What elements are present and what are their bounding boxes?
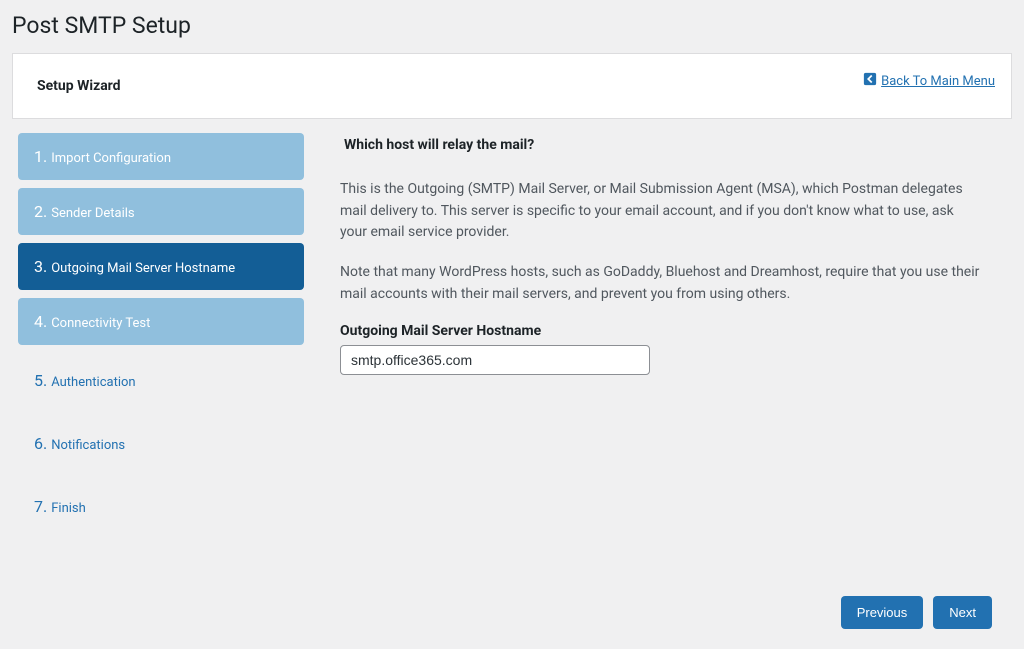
step-description-1: This is the Outgoing (SMTP) Mail Server,…: [340, 179, 982, 244]
step-label: Finish: [51, 501, 86, 516]
page-title: Post SMTP Setup: [12, 0, 1012, 53]
wizard-footer: Previous Next: [841, 596, 992, 629]
step-number: 5.: [34, 371, 47, 390]
step-number: 7.: [34, 497, 47, 516]
step-notifications[interactable]: 6. Notifications: [18, 416, 304, 471]
back-link-label: Back To Main Menu: [881, 74, 995, 89]
step-label: Outgoing Mail Server Hostname: [51, 261, 235, 276]
wizard-body: 1. Import Configuration 2. Sender Detail…: [12, 133, 1012, 542]
step-number: 2.: [34, 202, 47, 221]
step-number: 6.: [34, 434, 47, 453]
hostname-input[interactable]: [340, 345, 650, 375]
hostname-field-label: Outgoing Mail Server Hostname: [340, 323, 982, 339]
previous-button[interactable]: Previous: [841, 596, 924, 629]
wizard-steps: 1. Import Configuration 2. Sender Detail…: [18, 133, 304, 542]
arrow-left-icon: [863, 72, 877, 90]
step-authentication[interactable]: 5. Authentication: [18, 353, 304, 408]
step-question: Which host will relay the mail?: [340, 137, 982, 153]
back-to-main-menu-link[interactable]: Back To Main Menu: [863, 72, 995, 90]
step-finish[interactable]: 7. Finish: [18, 479, 304, 534]
step-number: 3.: [34, 257, 47, 276]
step-import-configuration[interactable]: 1. Import Configuration: [18, 133, 304, 180]
next-button[interactable]: Next: [933, 596, 992, 629]
wizard-content: Which host will relay the mail? This is …: [340, 133, 1006, 542]
setup-wizard-card: Setup Wizard Back To Main Menu: [12, 53, 1012, 119]
step-sender-details[interactable]: 2. Sender Details: [18, 188, 304, 235]
step-outgoing-mail-server-hostname[interactable]: 3. Outgoing Mail Server Hostname: [18, 243, 304, 290]
step-label: Notifications: [51, 438, 125, 453]
step-label: Import Configuration: [51, 151, 171, 166]
step-number: 1.: [34, 147, 47, 166]
step-label: Authentication: [51, 375, 135, 390]
step-label: Sender Details: [51, 206, 134, 221]
card-title: Setup Wizard: [35, 78, 989, 94]
step-description-2: Note that many WordPress hosts, such as …: [340, 262, 982, 305]
step-number: 4.: [34, 312, 47, 331]
step-label: Connectivity Test: [51, 316, 150, 331]
step-connectivity-test[interactable]: 4. Connectivity Test: [18, 298, 304, 345]
